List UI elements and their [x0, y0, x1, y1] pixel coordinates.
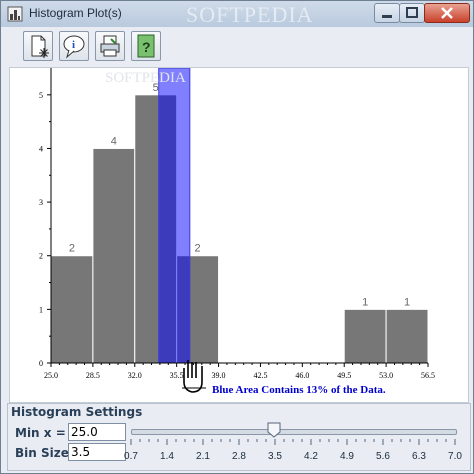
bin-size-input[interactable]: [68, 443, 126, 461]
help-button[interactable]: ?: [131, 31, 161, 61]
x-tick-label: 56.5: [421, 371, 435, 380]
help-icon: ?: [137, 34, 155, 58]
watermark-text: SOFTPEDIA: [186, 2, 314, 27]
close-button[interactable]: [424, 3, 470, 23]
y-tick-label: 2: [39, 252, 43, 261]
y-tick-label: 3: [39, 198, 43, 207]
y-tick-label: 5: [39, 91, 43, 100]
x-tick-label: 49.5: [337, 371, 351, 380]
toolbar: i ?: [9, 29, 467, 65]
coverage-annotation: Blue Area Contains 13% of the Data.: [212, 384, 386, 396]
histogram-bar: [50, 255, 94, 364]
bar-count-label: 2: [69, 243, 75, 255]
bar-count-label: 1: [362, 296, 368, 308]
maximize-icon: [406, 7, 418, 18]
x-tick-label: 42.5: [253, 371, 267, 380]
x-tick-label: 46.0: [295, 371, 309, 380]
new-document-icon: [31, 35, 49, 58]
min-x-label: Min x =: [15, 426, 66, 440]
title-bar[interactable]: Histogram Plot(s) SOFTPEDIA: [1, 1, 473, 27]
histogram-bar: [92, 147, 136, 364]
slider-thumb[interactable]: [267, 422, 281, 438]
histogram-bar: [385, 308, 429, 364]
highlight-area: [158, 68, 191, 364]
y-tick-label: 1: [39, 305, 43, 314]
maximize-button[interactable]: [399, 3, 425, 23]
histogram-bar: [343, 308, 387, 364]
histogram-window: Histogram Plot(s) SOFTPEDIA i ? 2 4 5 2 …: [0, 0, 474, 474]
bar-count-label: 1: [404, 296, 410, 308]
new-plot-button[interactable]: [23, 31, 53, 61]
x-tick-label: 53.0: [379, 371, 393, 380]
print-button[interactable]: [95, 31, 125, 61]
info-button[interactable]: i: [59, 31, 89, 61]
x-tick-label: 39.0: [212, 371, 226, 380]
settings-title: Histogram Settings: [11, 405, 143, 419]
window-title: Histogram Plot(s): [29, 6, 122, 20]
chart-watermark: SOFTPEDIA: [105, 70, 186, 86]
x-tick-label: 32.0: [128, 371, 142, 380]
print-icon: [100, 35, 120, 57]
app-icon: [7, 6, 23, 22]
hand-cursor-icon: [182, 360, 206, 393]
bin-size-slider[interactable]: [131, 429, 457, 435]
info-icon: i: [63, 35, 85, 59]
svg-text:?: ?: [142, 39, 151, 55]
histogram-chart: 24521 101234525.0 28.5 32.0 35.5 39.0 42.5 46.0…: [39, 68, 435, 396]
min-x-input[interactable]: [68, 423, 126, 441]
bar-count-label: 2: [195, 243, 201, 255]
y-tick-label: 4: [39, 144, 43, 153]
histogram-chart-area: 2 4 5 2 1 1 0 1 2 3 4 5 25.0 28.5 32.0 35.5 39.0 42.5 46.0…: [9, 67, 469, 403]
x-tick-label: 25.0: [44, 371, 58, 380]
minimize-icon: [382, 15, 392, 18]
x-tick-label: 28.5: [86, 371, 100, 380]
y-tick-label: 0: [39, 359, 43, 368]
svg-text:i: i: [72, 39, 75, 51]
close-icon: [441, 7, 453, 19]
bar-count-label: 4: [111, 135, 117, 147]
minimize-button[interactable]: [374, 3, 400, 23]
x-tick-label: 35.5: [170, 371, 184, 380]
